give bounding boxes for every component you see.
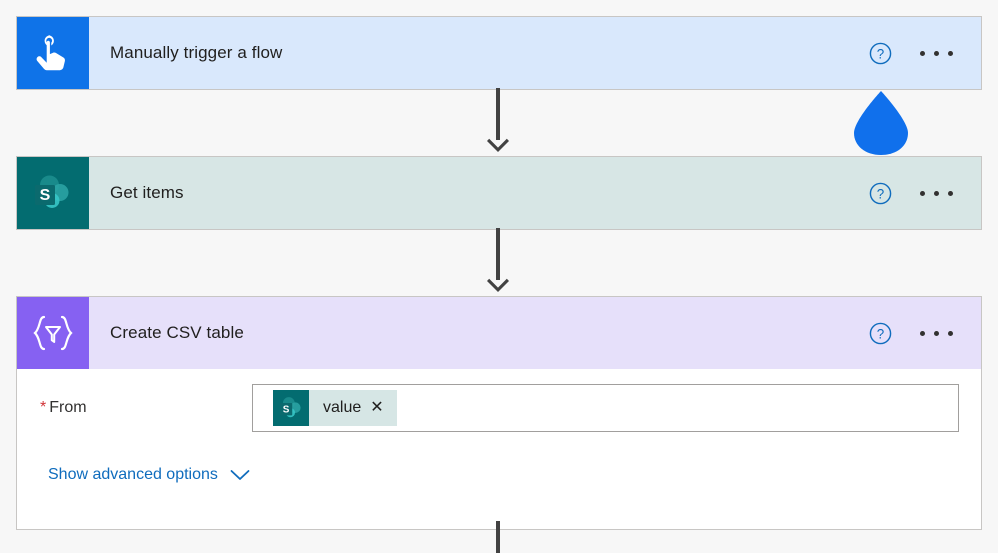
field-label-from: * From: [40, 399, 252, 417]
more-options-ellipsis-icon[interactable]: [920, 42, 953, 65]
flow-canvas: Manually trigger a flow ? S Get items ? …: [0, 0, 998, 553]
data-operations-icon: [17, 297, 89, 369]
svg-text:S: S: [40, 187, 51, 204]
flow-card-manual-trigger[interactable]: Manually trigger a flow ?: [16, 16, 982, 90]
card-header[interactable]: Create CSV table ?: [17, 297, 981, 369]
svg-text:?: ?: [877, 326, 884, 341]
card-actions: ?: [869, 297, 981, 369]
field-row-from: * From S value ✕: [17, 369, 981, 447]
sharepoint-icon: S: [273, 390, 309, 426]
more-options-ellipsis-icon[interactable]: [920, 182, 953, 205]
card-title: Create CSV table: [110, 323, 244, 342]
card-title: Manually trigger a flow: [110, 43, 283, 62]
card-header[interactable]: S Get items ?: [17, 157, 981, 229]
help-question-icon[interactable]: ?: [869, 182, 892, 205]
token-label: value: [323, 399, 362, 416]
help-question-icon[interactable]: ?: [869, 42, 892, 65]
field-label-text: From: [49, 399, 87, 416]
sharepoint-icon: S: [17, 157, 89, 229]
svg-text:S: S: [283, 404, 290, 415]
card-body: * From S value ✕ Show advanced options: [17, 369, 981, 529]
dynamic-content-token[interactable]: S value ✕: [273, 390, 397, 426]
card-title: Get items: [110, 183, 184, 202]
connector-csv-to-next: [493, 521, 503, 553]
svg-text:?: ?: [877, 186, 884, 201]
arrow-down-icon: [485, 136, 511, 152]
more-options-ellipsis-icon[interactable]: [920, 322, 953, 345]
token-remove-icon[interactable]: ✕: [370, 400, 396, 416]
water-drop-cursor-icon: [850, 90, 912, 156]
manual-trigger-tap-icon: [17, 17, 89, 89]
card-actions: ?: [869, 157, 981, 229]
show-advanced-options-row[interactable]: Show advanced options: [17, 447, 981, 503]
from-input[interactable]: S value ✕: [252, 384, 959, 432]
flow-card-get-items[interactable]: S Get items ?: [16, 156, 982, 230]
connector-getitems-to-csv: [487, 228, 509, 296]
svg-text:?: ?: [877, 46, 884, 61]
card-header[interactable]: Manually trigger a flow ?: [17, 17, 981, 89]
arrow-down-icon: [485, 276, 511, 292]
required-asterisk: *: [40, 399, 47, 416]
card-actions: ?: [869, 17, 981, 89]
connector-trigger-to-getitems: [487, 88, 509, 156]
chevron-down-icon[interactable]: [230, 469, 250, 481]
help-question-icon[interactable]: ?: [869, 322, 892, 345]
show-advanced-options-link[interactable]: Show advanced options: [48, 466, 218, 484]
flow-card-create-csv-table[interactable]: Create CSV table ? * From S value ✕ Show…: [16, 296, 982, 530]
